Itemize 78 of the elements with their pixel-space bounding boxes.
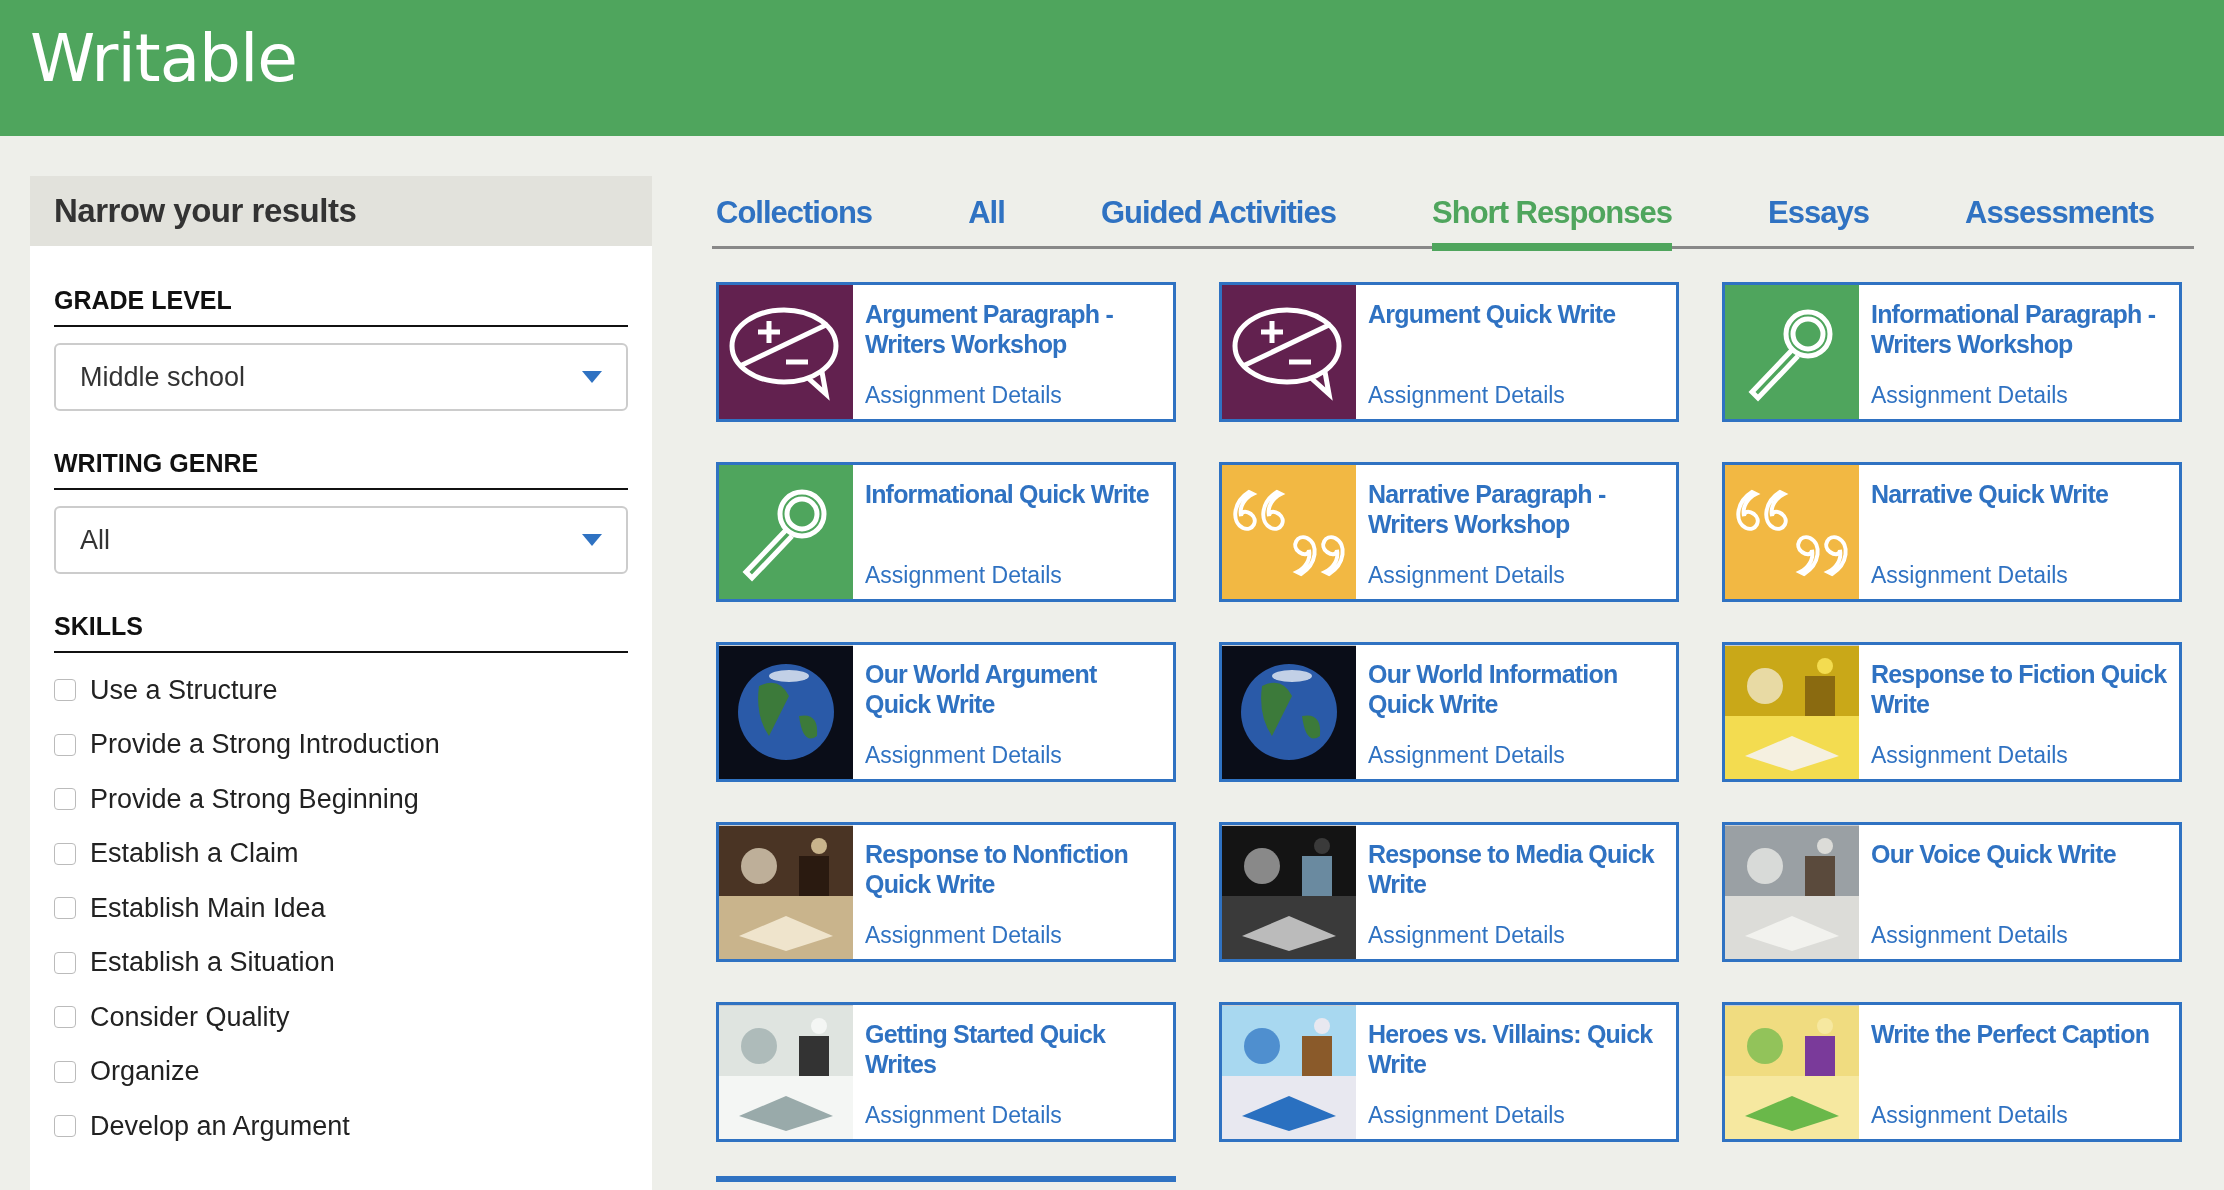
- checkbox[interactable]: [54, 897, 76, 920]
- checkbox[interactable]: [54, 1006, 76, 1029]
- assignment-card[interactable]: Our World Information Quick Write Assignment Details: [1219, 642, 1679, 782]
- assignment-title[interactable]: Argument Quick Write: [1368, 299, 1666, 329]
- assignment-title[interactable]: Response to Fiction Quick Write: [1871, 659, 2169, 719]
- assignment-card[interactable]: Informational Paragraph - Writers Workshop Assignment Details: [1722, 282, 2182, 422]
- dropdown-caret-icon: [582, 534, 602, 546]
- assignment-title[interactable]: Argument Paragraph - Writers Workshop: [865, 299, 1163, 359]
- checkbox[interactable]: [54, 951, 76, 974]
- checkbox-label: Provide a Strong Introduction: [90, 729, 440, 761]
- assignment-title[interactable]: Write the Perfect Caption: [1871, 1019, 2169, 1049]
- assignment-card[interactable]: Our Voice Quick Write Assignment Details: [1722, 822, 2182, 962]
- assignment-title[interactable]: Informational Paragraph - Writers Workshop: [1871, 299, 2169, 359]
- assignment-card[interactable]: Response to Media Quick Write Assignment Details: [1219, 822, 1679, 962]
- assignment-title[interactable]: Response to Nonfiction Quick Write: [865, 839, 1163, 899]
- checkbox[interactable]: [54, 1115, 76, 1138]
- assignment-details-link[interactable]: Assignment Details: [865, 1102, 1163, 1129]
- assignment-title[interactable]: Narrative Paragraph - Writers Workshop: [1368, 479, 1666, 539]
- assignment-card[interactable]: Our World Argument Quick Write Assignment Details: [716, 642, 1176, 782]
- panel-title: Narrow your results: [30, 176, 652, 246]
- assignment-details-link[interactable]: Assignment Details: [865, 922, 1163, 949]
- category-tab[interactable]: Essays: [1768, 195, 1869, 251]
- assignment-title[interactable]: Our Voice Quick Write: [1871, 839, 2169, 869]
- assignment-title[interactable]: Our World Information Quick Write: [1368, 659, 1666, 719]
- category-tab[interactable]: Assessments: [1965, 195, 2154, 251]
- assignment-details-link[interactable]: Assignment Details: [865, 382, 1163, 409]
- assignment-details-link[interactable]: Assignment Details: [1871, 562, 2169, 589]
- category-tab[interactable]: Short Responses: [1432, 195, 1672, 251]
- checkbox[interactable]: [54, 679, 76, 702]
- assignment-title[interactable]: Our World Argument Quick Write: [865, 659, 1163, 719]
- assignment-card[interactable]: Response to Nonfiction Quick Write Assignment Details: [716, 822, 1176, 962]
- assignment-title[interactable]: Getting Started Quick Writes: [865, 1019, 1163, 1079]
- assignment-card[interactable]: Argument Quick Write Assignment Details: [1219, 282, 1679, 422]
- assignment-card[interactable]: Getting Started Quick Writes Assignment Details: [716, 1002, 1176, 1142]
- assignment-details-link[interactable]: Assignment Details: [1368, 562, 1666, 589]
- assignment-details-link[interactable]: Assignment Details: [1368, 382, 1666, 409]
- assignment-title[interactable]: Narrative Quick Write: [1871, 479, 2169, 509]
- assignment-card[interactable]: Narrative Paragraph - Writers Workshop Assignment Details: [1219, 462, 1679, 602]
- checkbox-label: Consider Quality: [90, 1001, 290, 1033]
- assignment-card[interactable]: Narrative Quick Write Assignment Details: [1722, 462, 2182, 602]
- assignment-card[interactable]: Informational Quick Write Assignment Details: [716, 462, 1176, 602]
- assignment-details-link[interactable]: Assignment Details: [1871, 922, 2169, 949]
- assignment-card[interactable]: Argument Paragraph - Writers Workshop Assignment Details: [716, 282, 1176, 422]
- checkbox-label: Organize: [90, 1056, 200, 1088]
- dropdown-caret-icon: [582, 371, 602, 383]
- checkbox-label: Develop an Argument: [90, 1110, 350, 1142]
- checkbox[interactable]: [54, 1060, 76, 1083]
- checkbox-label: Provide a Strong Beginning: [90, 783, 419, 815]
- assignment-details-link[interactable]: Assignment Details: [1871, 742, 2169, 769]
- checkbox[interactable]: [54, 733, 76, 756]
- checkbox[interactable]: [54, 842, 76, 865]
- assignment-card[interactable]: Response to Fiction Quick Write Assignment Details: [1722, 642, 2182, 782]
- assignment-title[interactable]: Response to Media Quick Write: [1368, 839, 1666, 899]
- checkbox-label: Use a Structure: [90, 674, 278, 706]
- filter-label: GRADE LEVEL: [54, 270, 628, 327]
- category-tab[interactable]: Guided Activities: [1100, 195, 1336, 251]
- category-tab[interactable]: Collections: [716, 195, 873, 251]
- assignment-details-link[interactable]: Assignment Details: [1368, 742, 1666, 769]
- dropdown-select[interactable]: Middle school: [54, 343, 628, 411]
- checkbox-label: Establish a Claim: [90, 838, 299, 870]
- checkbox[interactable]: [54, 788, 76, 811]
- assignment-details-link[interactable]: Assignment Details: [865, 562, 1163, 589]
- assignment-title[interactable]: Informational Quick Write: [865, 479, 1163, 509]
- assignment-title[interactable]: Heroes vs. Villains: Quick Write: [1368, 1019, 1666, 1079]
- category-tab[interactable]: All: [968, 195, 1005, 251]
- filter-label: SKILLS: [54, 596, 628, 653]
- dropdown-select[interactable]: All: [54, 506, 628, 574]
- assignment-card[interactable]: Heroes vs. Villains: Quick Write Assignment Details: [1219, 1002, 1679, 1142]
- assignment-card[interactable]: Write the Perfect Caption Assignment Details: [1722, 1002, 2182, 1142]
- assignment-details-link[interactable]: Assignment Details: [1871, 1102, 2169, 1129]
- filter-label: WRITING GENRE: [54, 433, 628, 490]
- assignment-details-link[interactable]: Assignment Details: [865, 742, 1163, 769]
- writable-logo[interactable]: Writable: [30, 19, 297, 97]
- checkbox-label: Establish Main Idea: [90, 892, 326, 924]
- assignment-details-link[interactable]: Assignment Details: [1368, 922, 1666, 949]
- checkbox-label: Establish a Situation: [90, 947, 335, 979]
- assignment-details-link[interactable]: Assignment Details: [1368, 1102, 1666, 1129]
- assignment-details-link[interactable]: Assignment Details: [1871, 382, 2169, 409]
